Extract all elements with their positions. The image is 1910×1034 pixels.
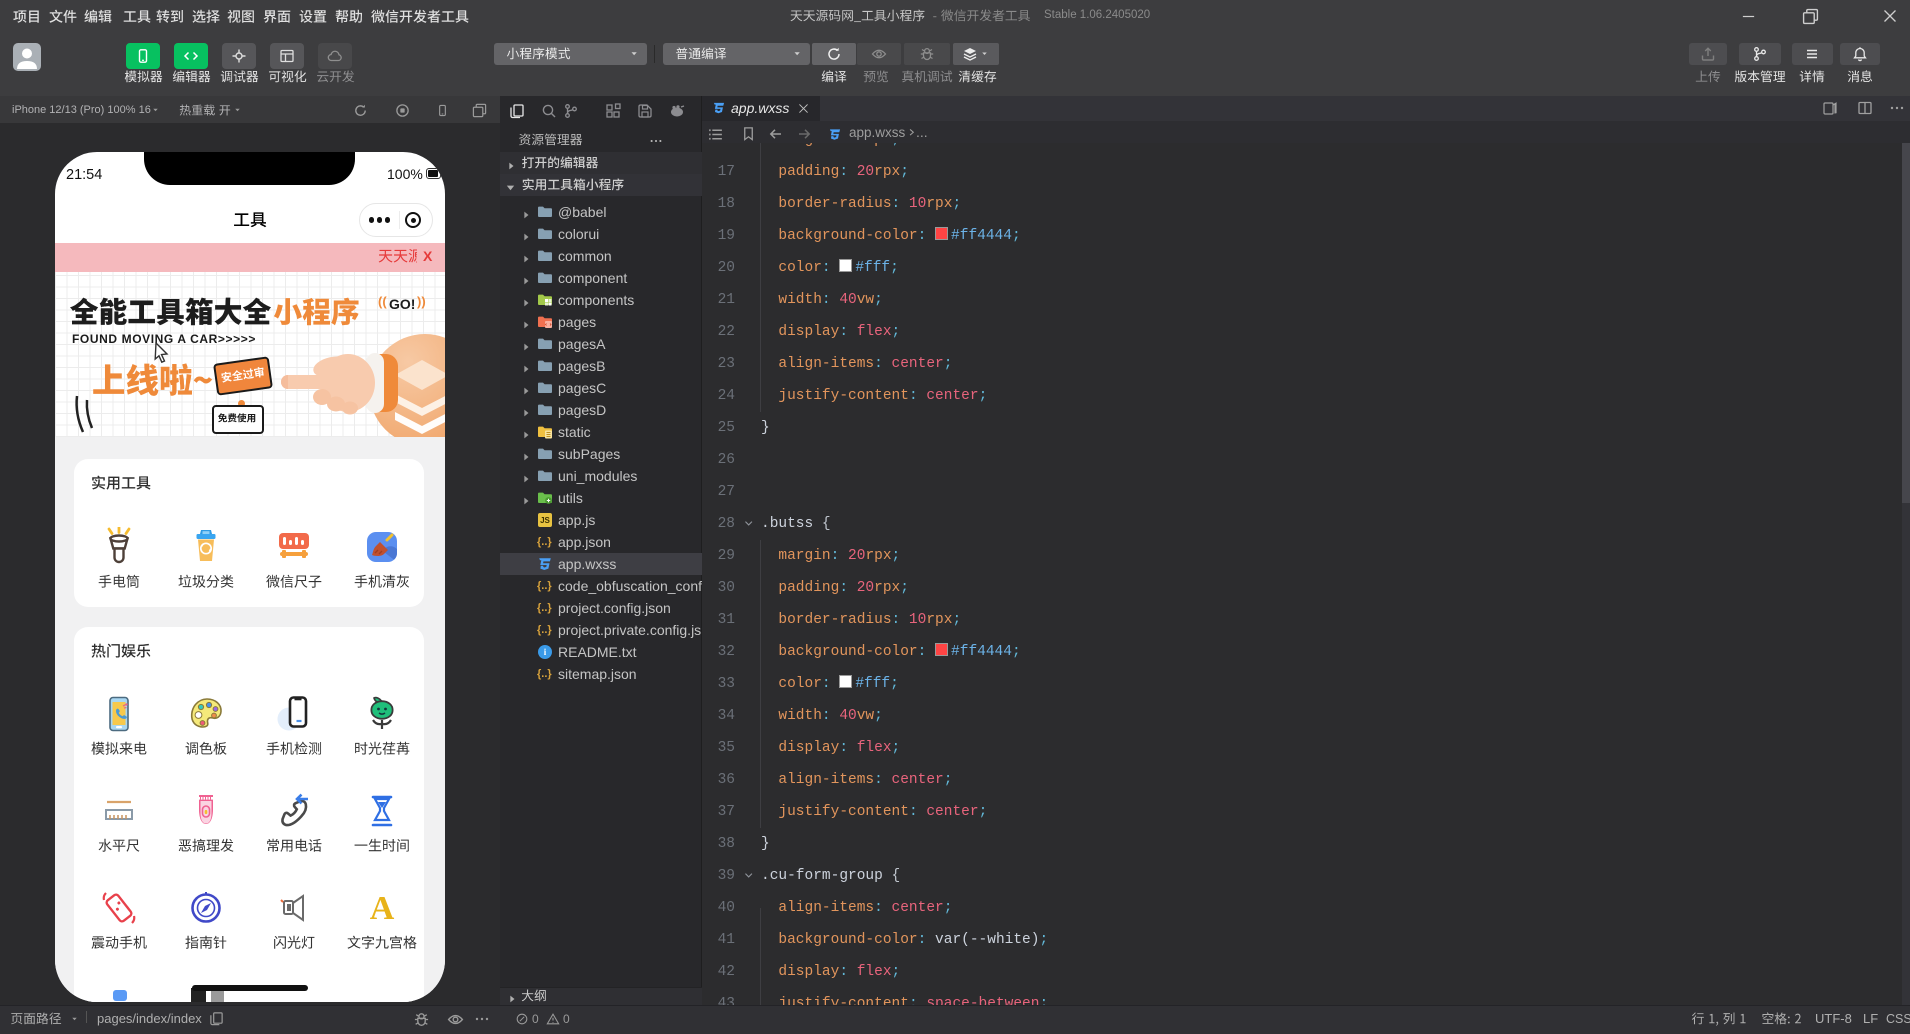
svg-text:A: A xyxy=(370,890,395,927)
